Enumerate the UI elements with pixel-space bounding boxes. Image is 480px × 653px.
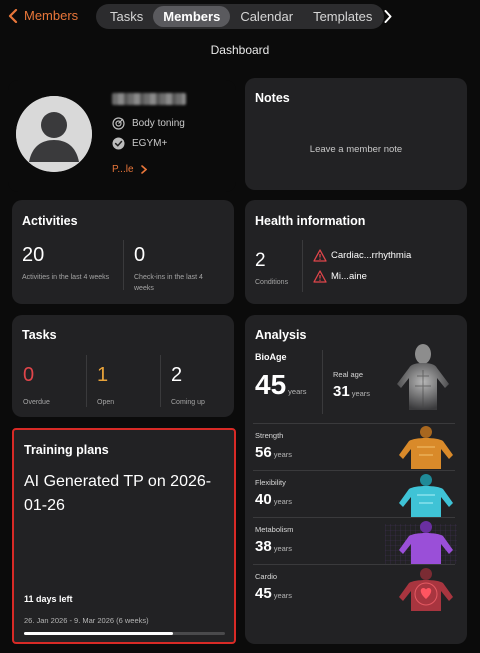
conditions-count: 2 xyxy=(255,250,266,271)
divider xyxy=(253,470,455,471)
divider xyxy=(253,423,455,424)
check-circle-icon xyxy=(112,137,125,150)
analysis-title: Analysis xyxy=(255,328,307,342)
strength-figure-icon xyxy=(399,426,453,469)
back-label: Members xyxy=(24,8,79,23)
metabolism-unit: years xyxy=(273,544,293,553)
bioage-label: BioAge xyxy=(255,352,287,362)
membership-label: EGYM+ xyxy=(132,138,168,149)
avatar xyxy=(16,96,92,172)
warning-icon xyxy=(313,270,327,283)
health-title: Health information xyxy=(255,214,366,228)
target-icon xyxy=(112,117,125,130)
training-plans-card[interactable]: Training plans AI Generated TP on 2026-0… xyxy=(12,428,236,644)
overdue-count: 0 xyxy=(23,364,35,386)
tasks-title: Tasks xyxy=(22,328,57,342)
bioage-value-row: 45 years xyxy=(255,369,307,401)
notes-title: Notes xyxy=(255,91,290,105)
flexibility-value: 40 xyxy=(255,491,272,508)
training-title: Training plans xyxy=(24,443,109,457)
flexibility-value-row: 40 years xyxy=(255,491,292,508)
activities-count: 20 xyxy=(22,244,45,266)
chevron-left-icon xyxy=(8,8,18,23)
flexibility-unit: years xyxy=(273,497,293,506)
divider xyxy=(123,240,124,290)
real-age-label: Real age xyxy=(333,370,364,379)
real-age-unit: years xyxy=(351,389,371,398)
page-title: Dashboard xyxy=(210,43,270,57)
open-label: Open xyxy=(97,399,115,406)
chevron-right-icon xyxy=(384,10,392,23)
divider xyxy=(253,564,455,565)
strength-value-row: 56 years xyxy=(255,444,292,461)
notes-card: Notes Leave a member note xyxy=(245,78,467,190)
body-figure-icon xyxy=(397,344,449,410)
real-age-value: 31 xyxy=(333,383,350,400)
strength-label: Strength xyxy=(255,431,284,440)
metabolism-value: 38 xyxy=(255,538,272,555)
conditions-label: Conditions xyxy=(255,279,289,286)
membership-row: EGYM+ xyxy=(112,137,167,150)
metabolism-figure-icon xyxy=(385,521,457,564)
user-avatar-icon xyxy=(16,96,92,172)
activities-title: Activities xyxy=(22,214,78,228)
warning-icon xyxy=(313,249,327,262)
divider xyxy=(86,355,87,407)
cardio-value-row: 45 years xyxy=(255,585,292,602)
cardio-label: Cardio xyxy=(255,572,278,581)
cardio-figure-icon xyxy=(399,568,453,611)
divider xyxy=(253,517,455,518)
tab-tasks[interactable]: Tasks xyxy=(100,6,153,27)
member-profile: Body toning EGYM+ P...le xyxy=(8,80,236,192)
checkins-count: 0 xyxy=(134,244,146,266)
goal-label: Body toning xyxy=(132,118,185,129)
profile-link[interactable]: P...le xyxy=(112,164,147,175)
condition-item: Mi...aine xyxy=(313,270,367,283)
overdue-label: Overdue xyxy=(23,399,50,406)
tasks-card[interactable]: Tasks 0 Overdue 1 Open 2 Coming up xyxy=(12,315,234,417)
health-information-card[interactable]: Health information 2 Conditions Cardiac.… xyxy=(245,200,467,304)
bioage-value: 45 xyxy=(255,369,287,400)
strength-value: 56 xyxy=(255,444,272,461)
back-button[interactable]: Members xyxy=(8,8,78,23)
flexibility-label: Flexibility xyxy=(255,478,286,487)
divider xyxy=(322,350,323,414)
tab-members[interactable]: Members xyxy=(153,6,231,27)
member-name-redacted xyxy=(112,93,186,105)
days-left: 11 days left xyxy=(24,594,73,604)
member-note-input[interactable]: Leave a member note xyxy=(245,144,467,155)
plan-progress-fill xyxy=(24,632,173,635)
real-age-value-row: 31 years xyxy=(333,383,370,400)
condition-label: Mi...aine xyxy=(331,271,367,282)
plan-date-range: 26. Jan 2026 - 9. Mar 2026 (6 weeks) xyxy=(24,616,149,625)
analysis-card[interactable]: Analysis BioAge 45 years Real age 31 years… xyxy=(245,315,467,644)
tab-calendar[interactable]: Calendar xyxy=(230,6,303,27)
metabolism-label: Metabolism xyxy=(255,525,294,534)
divider xyxy=(302,240,303,292)
coming-up-count: 2 xyxy=(171,364,183,386)
divider xyxy=(160,355,161,407)
tab-templates[interactable]: Templates xyxy=(303,6,382,27)
training-plan-name: AI Generated TP on 2026-01-26 xyxy=(24,473,212,514)
goal-row: Body toning xyxy=(112,117,185,130)
segmented-tabs: Tasks Members Calendar Templates xyxy=(96,4,392,29)
metabolism-value-row: 38 years xyxy=(255,538,292,555)
tabs-scroll-right-button[interactable] xyxy=(384,6,392,27)
condition-item: Cardiac...rrhythmia xyxy=(313,249,411,262)
cardio-unit: years xyxy=(273,591,293,600)
chevron-right-icon xyxy=(140,165,147,174)
bioage-unit: years xyxy=(288,387,307,396)
strength-unit: years xyxy=(273,450,293,459)
coming-up-label: Coming up xyxy=(171,399,205,406)
profile-link-label: P...le xyxy=(112,164,134,175)
condition-label: Cardiac...rrhythmia xyxy=(331,250,412,261)
plan-progress-bar xyxy=(24,632,225,635)
activities-count-label: Activities in the last 4 weeks xyxy=(22,274,110,281)
flexibility-figure-icon xyxy=(399,474,453,517)
activities-card[interactable]: Activities 20 Activities in the last 4 w… xyxy=(12,200,234,304)
cardio-value: 45 xyxy=(255,585,272,602)
checkins-count-label: Check-ins in the last 4 weeks xyxy=(134,274,203,292)
open-count: 1 xyxy=(97,364,109,386)
